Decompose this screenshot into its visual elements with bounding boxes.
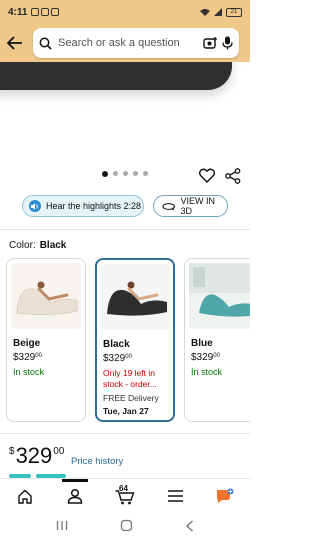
variant-price-whole: $329 — [13, 352, 36, 363]
hear-highlights-button[interactable]: Hear the highlights 2:28 — [22, 195, 144, 217]
color-selector-label: Color: Black — [9, 240, 66, 251]
home-icon — [18, 489, 32, 504]
color-label: Color: — [9, 240, 36, 251]
camera-search-icon — [203, 37, 217, 49]
nav-menu-button[interactable] — [163, 486, 187, 506]
status-time: 4:11 — [8, 6, 28, 18]
nav-home-button[interactable] — [13, 486, 37, 506]
nav-rufus-button[interactable] — [213, 486, 237, 506]
back-arrow-icon — [7, 36, 22, 50]
nav-selected-indicator — [62, 479, 88, 482]
variant-card-black[interactable]: Black $32900 Only 19 left in stock - ord… — [95, 258, 175, 422]
variant-image — [189, 263, 250, 329]
selected-color: Black — [39, 240, 67, 251]
battery-icon: 21 — [226, 7, 242, 17]
variant-low-stock: Only 19 left in stock - order... — [103, 368, 157, 389]
price-whole: 329 — [15, 443, 53, 468]
app-header: Search or ask a question — [0, 24, 250, 62]
pagination-dot — [102, 170, 108, 177]
3d-rotate-icon — [162, 202, 176, 210]
search-icon — [39, 37, 52, 50]
share-button[interactable] — [225, 168, 241, 189]
share-icon — [225, 168, 241, 184]
status-right: 21 — [200, 7, 242, 17]
system-nav-bar — [0, 510, 250, 541]
camera-search-button[interactable] — [203, 36, 218, 50]
signal-icon — [214, 8, 222, 16]
highlights-label: Hear the highlights 2:28 — [46, 201, 142, 211]
variant-price-whole: $329 — [103, 353, 126, 364]
price-cents: 00 — [53, 446, 65, 457]
variant-name: Beige — [13, 338, 41, 349]
menu-icon — [167, 490, 183, 502]
section-divider — [0, 229, 250, 230]
pagination-dot — [143, 171, 148, 176]
variant-card-blue[interactable]: Blue $32900 In stock — [184, 258, 250, 422]
microphone-icon — [222, 36, 233, 50]
recent-apps-icon[interactable] — [56, 520, 68, 531]
variant-price-whole: $329 — [191, 352, 214, 363]
variant-stock: In stock — [13, 367, 45, 377]
voice-search-button[interactable] — [222, 36, 233, 50]
variant-price: $32900 — [191, 352, 220, 363]
variant-price-cents: 00 — [213, 353, 220, 359]
variant-delivery: FREE Delivery — [103, 393, 159, 403]
rufus-ai-icon — [217, 488, 234, 503]
status-bar: 4:11 21 — [0, 0, 250, 24]
wifi-icon — [200, 9, 210, 16]
pagination-dot — [113, 171, 118, 176]
variant-price: $32900 — [103, 353, 132, 364]
variant-price-cents: 00 — [35, 353, 42, 359]
variant-image — [11, 263, 81, 329]
variant-delivery-date: Tue, Jan 27 — [103, 406, 149, 416]
bottom-nav: 64 — [0, 478, 250, 510]
back-button[interactable] — [5, 31, 25, 55]
variant-price-cents: 00 — [125, 354, 132, 360]
variant-stock: In stock — [191, 367, 223, 377]
color-variant-list: Beige $32900 In stock Black $32900 Only … — [6, 258, 250, 422]
variant-name: Black — [103, 339, 130, 350]
cart-count-badge: 64 — [119, 484, 128, 493]
view-in-3d-button[interactable]: VIEW IN 3D — [153, 195, 228, 217]
wishlist-button[interactable] — [198, 168, 216, 188]
battery-level: 21 — [230, 9, 238, 15]
variant-card-beige[interactable]: Beige $32900 In stock — [6, 258, 86, 422]
product-image[interactable] — [0, 62, 250, 162]
search-input[interactable]: Search or ask a question — [58, 37, 199, 49]
chaise-cushion-image — [0, 62, 232, 90]
search-bar[interactable]: Search or ask a question — [33, 28, 239, 58]
notification-icons — [31, 8, 60, 16]
variant-price: $32900 — [13, 352, 42, 363]
product-price: $ 329 00 — [9, 443, 64, 469]
nav-account-button[interactable] — [63, 486, 87, 506]
person-icon — [67, 488, 83, 504]
back-chevron-icon[interactable] — [185, 519, 194, 532]
pagination-dot — [133, 171, 138, 176]
home-circle-icon[interactable] — [120, 519, 133, 532]
section-divider — [0, 433, 250, 434]
price-history-link[interactable]: Price history — [71, 456, 123, 467]
audio-icon — [29, 200, 41, 212]
heart-icon — [198, 168, 216, 183]
pagination-dot — [123, 171, 128, 176]
nav-cart-button[interactable]: 64 — [113, 484, 137, 506]
price-currency: $ — [9, 446, 15, 457]
variant-name: Blue — [191, 338, 213, 349]
variant-image — [101, 264, 169, 330]
view-3d-label: VIEW IN 3D — [180, 196, 215, 216]
